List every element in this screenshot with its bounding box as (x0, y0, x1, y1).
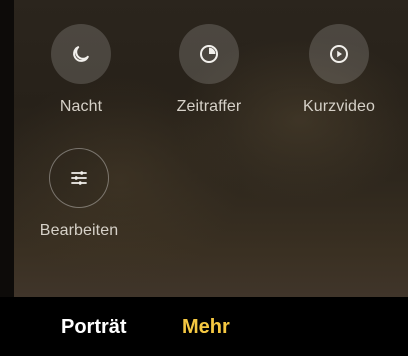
mode-timelapse[interactable]: Zeitraffer (149, 24, 269, 117)
mode-short-video-button[interactable] (309, 24, 369, 84)
play-circle-icon (330, 45, 348, 63)
mode-edit-label: Bearbeiten (39, 222, 119, 239)
mode-night[interactable]: Nacht (21, 24, 141, 117)
mode-timelapse-button[interactable] (179, 24, 239, 84)
mode-edit[interactable]: Bearbeiten (19, 148, 139, 241)
mode-edit-button[interactable] (49, 148, 109, 208)
mode-short-video-label: Kurzvideo (302, 98, 376, 115)
mode-night-label: Nacht (59, 98, 103, 115)
moon-icon (73, 46, 89, 62)
sliders-icon (71, 171, 87, 185)
tab-more[interactable]: Mehr (182, 315, 230, 339)
mode-short-video[interactable]: Kurzvideo (279, 24, 399, 117)
more-modes-panel: Nacht Zeitraffer Kurzvideo Bearbeiten (0, 0, 408, 297)
bottom-mode-bar: Porträt Mehr (0, 297, 408, 356)
tab-portrait[interactable]: Porträt (61, 315, 127, 339)
mode-timelapse-label: Zeitraffer (176, 98, 242, 115)
mode-night-button[interactable] (51, 24, 111, 84)
timer-icon (200, 45, 218, 63)
